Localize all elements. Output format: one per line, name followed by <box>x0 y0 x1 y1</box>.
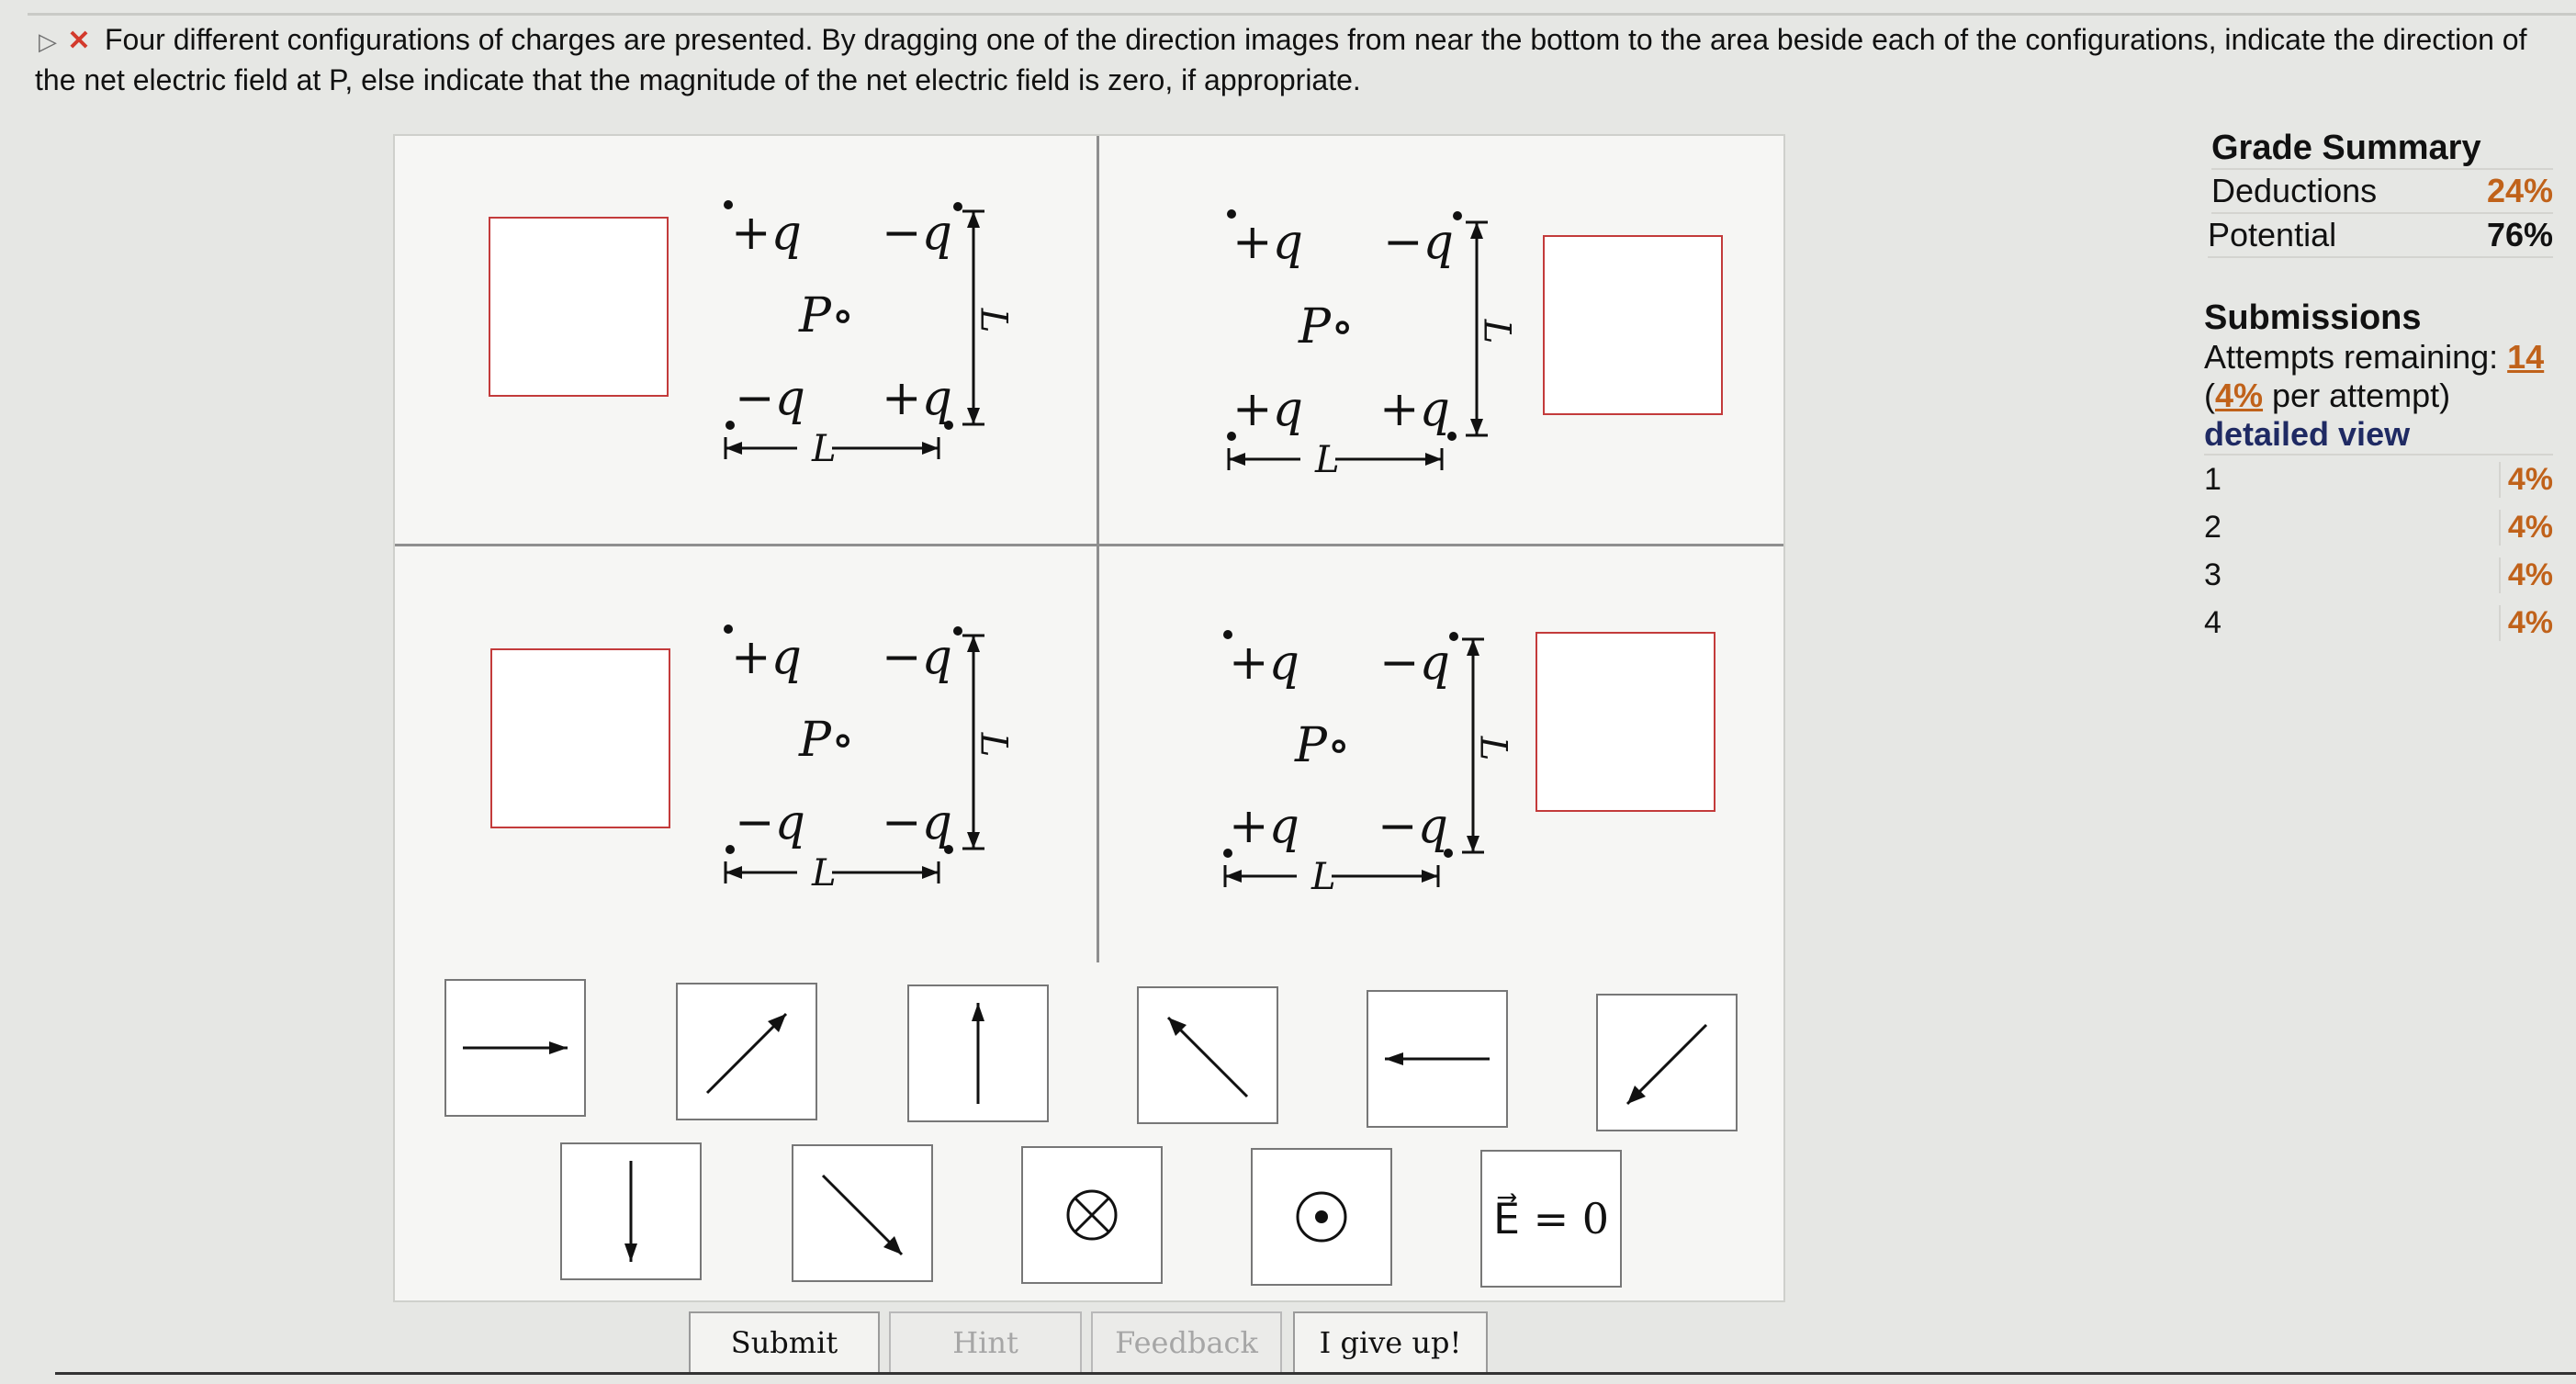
charge-config-4: +q −q P∘ +q −q L L <box>1098 547 1796 951</box>
top-divider <box>28 13 2576 16</box>
dimension-lines <box>1223 637 1484 887</box>
per-attempt-suffix: per attempt) <box>2263 377 2451 414</box>
length-label: L <box>1311 856 1336 898</box>
deductions-label: Deductions <box>2211 172 2378 209</box>
arrow-down-right-icon[interactable] <box>792 1144 933 1282</box>
submit-button[interactable]: Submit <box>689 1311 880 1374</box>
drag-drop-area: +q −q P∘ −q +q L L +q −q P∘ +q +q L L +q… <box>393 134 1785 1302</box>
length-label: L <box>1471 736 1514 761</box>
hint-button[interactable]: Hint <box>889 1311 1082 1374</box>
submission-value: 4% <box>2498 461 2553 498</box>
submission-number: 1 <box>2204 461 2222 497</box>
submission-row: 4 4% <box>2204 599 2553 647</box>
drop-target-2[interactable] <box>1543 235 1723 415</box>
out-of-page-icon[interactable] <box>1251 1148 1392 1286</box>
submission-number: 3 <box>2204 557 2222 592</box>
submission-row: 2 4% <box>2204 503 2553 551</box>
dimension-lines <box>1227 220 1488 470</box>
per-attempt: (4% per attempt) <box>2204 377 2451 414</box>
arrow-right-icon[interactable] <box>444 979 586 1117</box>
drop-target-1[interactable] <box>489 217 669 397</box>
attempts-remaining: Attempts remaining: 14 <box>2204 338 2553 377</box>
arrow-down-icon[interactable] <box>560 1142 702 1280</box>
deductions-row: Deductions 24% <box>2211 170 2553 214</box>
length-label: L <box>812 428 837 470</box>
potential-label: Potential <box>2208 216 2337 253</box>
deductions-value: 24% <box>2486 172 2553 209</box>
play-icon[interactable]: ▷ <box>35 22 61 61</box>
dimension-lines <box>724 209 984 459</box>
dimension-lines <box>724 634 984 883</box>
potential-row: Potential 76% <box>2208 214 2553 258</box>
charge-config-1: +q −q P∘ −q +q L L <box>395 136 1093 540</box>
grade-summary-title: Grade Summary <box>2211 129 2553 170</box>
into-page-icon[interactable] <box>1021 1146 1163 1284</box>
submission-number: 4 <box>2204 604 2222 640</box>
grade-sidebar: Grade Summary Deductions 24% Potential 7… <box>2204 129 2553 647</box>
submission-value: 4% <box>2498 509 2553 546</box>
feedback-button[interactable]: Feedback <box>1091 1311 1282 1374</box>
arrow-down-left-icon[interactable] <box>1596 994 1738 1131</box>
incorrect-icon: ✕ <box>67 26 91 56</box>
zero-field-tile[interactable]: E⃗ = 0 <box>1480 1150 1622 1288</box>
detailed-view-link[interactable]: detailed view <box>2204 415 2553 456</box>
length-label: L <box>972 732 1015 758</box>
question-text: Four different configurations of charges… <box>35 23 2527 96</box>
submission-row: 1 4% <box>2204 456 2553 503</box>
submission-value: 4% <box>2498 604 2553 641</box>
charge-config-3: +q −q P∘ −q −q L L <box>395 547 1093 951</box>
length-label: L <box>812 852 837 895</box>
drop-target-3[interactable] <box>490 648 670 828</box>
arrow-up-right-icon[interactable] <box>676 983 817 1120</box>
question-header: ▷ ✕ Four different configurations of charg… <box>35 20 2551 99</box>
length-label: L <box>1315 439 1340 481</box>
give-up-button[interactable]: I give up! <box>1293 1311 1488 1374</box>
attempts-label: Attempts remaining: <box>2204 338 2499 376</box>
submissions-list: 1 4% 2 4% 3 4% 4 4% <box>2204 456 2553 647</box>
length-label: L <box>1475 319 1518 344</box>
potential-value: 76% <box>2486 216 2553 253</box>
drop-target-4[interactable] <box>1535 632 1715 812</box>
submission-value: 4% <box>2498 557 2553 593</box>
charge-config-2: +q −q P∘ +q +q L L <box>1098 136 1796 540</box>
arrow-up-icon[interactable] <box>907 985 1049 1122</box>
bottom-divider <box>55 1372 2576 1375</box>
attempts-value: 14 <box>2507 338 2545 376</box>
arrow-left-icon[interactable] <box>1367 990 1508 1128</box>
length-label: L <box>972 308 1015 333</box>
submission-number: 2 <box>2204 509 2222 545</box>
submission-row: 3 4% <box>2204 551 2553 599</box>
per-attempt-value: 4% <box>2215 377 2264 414</box>
quadrant-divider-horizontal <box>395 544 1783 546</box>
submissions-title: Submissions <box>2204 298 2422 337</box>
zero-field-label: E⃗ = 0 <box>1492 1194 1610 1243</box>
arrow-up-left-icon[interactable] <box>1137 986 1278 1124</box>
